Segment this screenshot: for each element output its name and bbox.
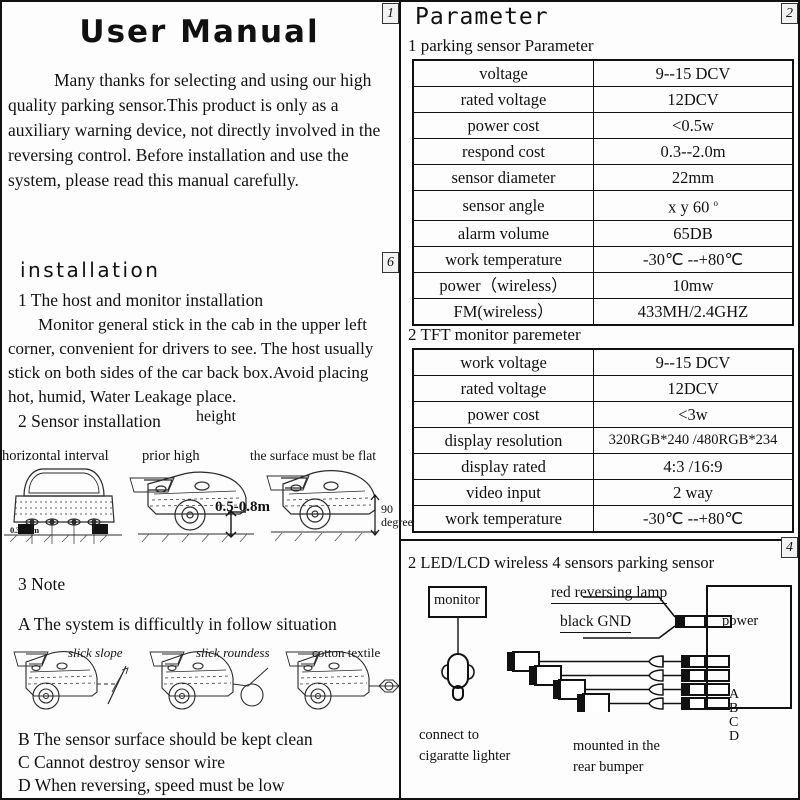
- black-wire-label: black GND: [560, 613, 632, 633]
- parameter-name: rated voltage: [412, 375, 594, 402]
- step2-height-label: height: [196, 408, 236, 425]
- note-c: C Cannot destroy sensor wire: [18, 752, 226, 772]
- parking-sensor-table-body: voltage 9--15 DCV rated voltage 12DCV power …: [412, 59, 794, 325]
- parameter-value: 320RGB*240 /480RGB*234: [593, 427, 794, 454]
- sensor-port-label-d: D: [729, 729, 740, 744]
- parameter-value: -30℃ --+80℃: [593, 245, 794, 273]
- figure-situation-slick-roundess: [149, 651, 269, 710]
- parameter-name: FM(wireless）: [412, 297, 594, 325]
- installation-heading: installation: [20, 258, 161, 282]
- parameter-name: alarm volume: [412, 219, 594, 247]
- right-page-title: Parameter: [415, 4, 549, 30]
- intro-paragraph: Many thanks for selecting and using our …: [8, 70, 381, 190]
- note-d: D When reversing, speed must be low: [18, 775, 285, 795]
- step1-heading: 1 The host and monitor installation: [18, 290, 264, 310]
- parameter-value: <0.5w: [593, 112, 794, 139]
- tft-monitor-table-body: work voltage 9--15 DCV rated voltage 12DCV p…: [412, 348, 794, 533]
- parameter-value: 22mm: [593, 164, 794, 191]
- parameter-name: work temperature: [412, 245, 594, 273]
- parameter-value: 0.3--2.0m: [593, 138, 794, 165]
- table-row: power（wireless） 10mw: [412, 271, 794, 299]
- parameter-value: 4:3 /16:9: [593, 453, 794, 480]
- parameter-value: <3w: [593, 401, 794, 428]
- table-row: power cost <3w: [412, 401, 794, 428]
- parameter-name: rated voltage: [412, 86, 594, 113]
- parameter-name: display rated: [412, 453, 594, 480]
- bumper-caption-line1: mounted in the: [573, 738, 660, 754]
- parameter-value: 9--15 DCV: [593, 59, 794, 87]
- table-row: FM(wireless） 433MH/2.4GHZ: [412, 297, 794, 325]
- parameter-value: 2 way: [593, 479, 794, 506]
- parameter-name: work temperature: [412, 505, 594, 533]
- table-row: work voltage 9--15 DCV: [412, 348, 794, 376]
- parameter-value: 9--15 DCV: [593, 348, 794, 376]
- parameter-name: work voltage: [412, 348, 594, 376]
- cigarette-caption-line1: connect to: [419, 727, 479, 743]
- dimension-horizontal-interval: 0.3-0.4m: [10, 525, 39, 535]
- table-row: work temperature -30℃ --+80℃: [412, 245, 794, 273]
- cigarette-caption-line2: cigaratte lighter: [419, 748, 511, 764]
- parameter-name: power cost: [412, 112, 594, 139]
- table-row: display resolution 320RGB*240 /480RGB*234: [412, 427, 794, 454]
- angle-arrow: [370, 494, 380, 536]
- parameter-name: sensor diameter: [412, 164, 594, 191]
- right-page: Parameter 1 parking sensor Parameter vol…: [401, 0, 800, 800]
- note-b: B The sensor surface should be kept clea…: [18, 729, 313, 749]
- section2-heading: 2 TFT monitor paremeter: [408, 325, 581, 344]
- manual-page: 1 6 2 4 User Manual Many thanks for sele…: [0, 0, 800, 800]
- figure-situation-cotton-textile: [285, 651, 400, 710]
- power-port-label: power: [722, 613, 759, 629]
- table-row: display rated 4:3 /16:9: [412, 453, 794, 480]
- step2-heading: 2 Sensor installation: [18, 411, 161, 431]
- section1-heading: 1 parking sensor Parameter: [408, 36, 594, 55]
- parameter-value: 12DCV: [593, 86, 794, 113]
- height-arrow: [225, 510, 237, 538]
- parameter-name: power cost: [412, 401, 594, 428]
- parameter-value: -30℃ --+80℃: [593, 505, 794, 533]
- table-row: video input 2 way: [412, 479, 794, 506]
- table-row: respond cost 0.3--2.0m: [412, 138, 794, 165]
- note-a: A The system is difficultly in follow si…: [18, 614, 337, 634]
- table-row: alarm volume 65DB: [412, 219, 794, 247]
- figure-car-flat-surface: [266, 470, 377, 542]
- parameter-name: display resolution: [412, 427, 594, 454]
- bumper-caption-line2: rear bumper: [573, 759, 644, 775]
- table-row: sensor diameter 22mm: [412, 164, 794, 191]
- table-row: rated voltage 12DCV: [412, 375, 794, 402]
- parameter-value: x y 60 o: [593, 190, 794, 221]
- figure-situation-slick-slope: [13, 651, 129, 710]
- table-row: power cost <0.5w: [412, 112, 794, 139]
- step3-heading: 3 Note: [18, 574, 66, 594]
- tft-monitor-parameter-table: work voltage 9--15 DCV rated voltage 12DCV p…: [412, 348, 794, 533]
- parameter-name: respond cost: [412, 138, 594, 165]
- parameter-value: 433MH/2.4GHZ: [593, 297, 794, 325]
- table-row: voltage 9--15 DCV: [412, 59, 794, 87]
- section3-heading: 2 LED/LCD wireless 4 sensors parking sen…: [408, 553, 715, 572]
- step1-body: Monitor general stick in the cab in the …: [8, 315, 374, 406]
- monitor-box-label: monitor: [434, 592, 480, 608]
- parameter-value: 10mw: [593, 271, 794, 299]
- table-row: rated voltage 12DCV: [412, 86, 794, 113]
- table-row: work temperature -30℃ --+80℃: [412, 505, 794, 533]
- parameter-name: video input: [412, 479, 594, 506]
- table-row: sensor angle x y 60 o: [412, 190, 794, 221]
- parking-sensor-parameter-table: voltage 9--15 DCV rated voltage 12DCV power …: [412, 59, 794, 326]
- left-page: User Manual Many thanks for selecting an…: [0, 0, 413, 800]
- red-wire-label: red reversing lamp: [551, 584, 668, 604]
- parameter-value: 65DB: [593, 219, 794, 247]
- page-title: User Manual: [79, 14, 320, 50]
- parameter-value: 12DCV: [593, 375, 794, 402]
- parameter-name: power（wireless）: [412, 271, 594, 299]
- parameter-name: sensor angle: [412, 190, 594, 221]
- parameter-name: voltage: [412, 59, 594, 87]
